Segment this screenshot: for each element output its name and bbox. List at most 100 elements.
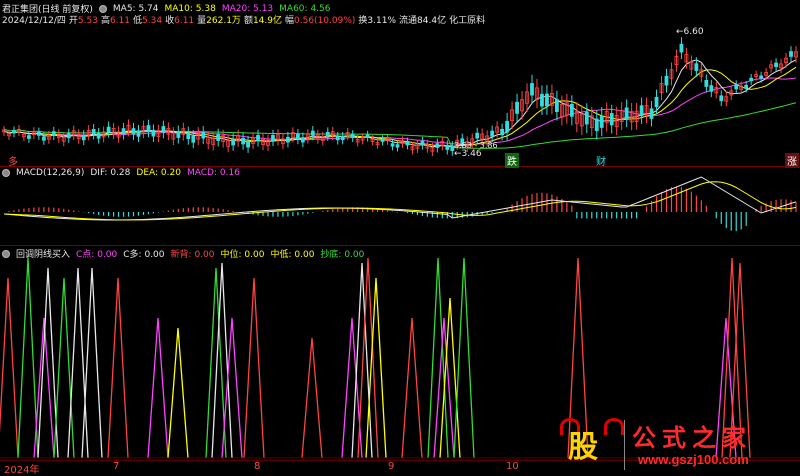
signal-spike [453,257,475,459]
candle-body [530,83,534,96]
candle-body [744,84,749,89]
logo-glyph: 股 [568,430,598,465]
candle-body [569,103,574,117]
candle-body [365,134,370,138]
marker-fall: 跌 [505,153,519,168]
candle-body [300,137,305,143]
candle-body [694,63,699,71]
candle-body [295,133,300,140]
gear-icon[interactable] [2,249,10,258]
indicator-item: 新背: 0.00 [170,250,215,260]
candle-body [216,134,221,141]
signal-spike [205,267,227,459]
candle-body [176,131,181,138]
signal-spike [147,317,169,459]
macd-dea-line [3,181,797,221]
site-logo: 股 公式之家 www.gszj100.com [556,416,800,474]
indicator-item: C多: 0.00 [123,250,165,260]
candle-body [186,132,191,140]
candle-body [36,131,41,136]
candle-body [664,75,669,86]
x-axis-label: 9 [388,461,395,472]
candle-body [789,51,793,57]
indicator-item: 中低: 0.00 [270,250,315,260]
signal-spike [81,267,103,459]
candle-body [679,43,684,53]
candle-body [774,62,778,68]
candle-body [420,141,425,146]
indicator-item: 中位: 0.00 [220,250,265,260]
candle-body [191,135,196,143]
candle-body [584,111,589,125]
candle-body [51,131,56,136]
low-price-label: ←3.46 [454,149,482,159]
candle-body [654,96,659,108]
logo-name: 公式之家 [632,423,752,452]
candle-body [136,130,141,137]
candle-body [515,101,519,114]
signal-spike [107,277,129,459]
candle-body [325,131,330,137]
candle-body [759,75,764,79]
macd-dif: DIF: 0.28 [90,168,131,178]
candle-body [340,136,345,141]
marker-rise: 涨 [785,153,799,168]
indicator-item: 抄底: 0.00 [320,250,365,260]
candle-body [540,93,544,107]
horn-icon [604,418,624,435]
candle-body [555,99,559,112]
candle-body [161,126,166,133]
candle-body [445,144,450,150]
candle-body [719,95,724,102]
indicator-header: 回调阴线买入 C点: 0.00 C多: 0.00 新背: 0.00 中位: 0.00 中… [2,247,364,260]
signal-spike [427,257,449,459]
candle-body [704,79,709,87]
range-label: 3.63 - 3.86 [454,141,498,150]
candle-body [594,118,599,132]
candle-body [395,144,400,148]
candle-body [609,113,614,126]
candle-body [91,129,96,135]
signal-spike [167,327,189,459]
macd-header: MACD(12,26,9) DIF: 0.28 DEA: 0.20 MACD: … [2,168,240,178]
gear-icon[interactable] [2,169,10,177]
candle-body [435,143,440,148]
logo-divider [624,420,625,470]
indicator-name: 回调阴线买入 [16,250,71,260]
candle-body [310,130,315,136]
candle-body [27,135,31,139]
x-axis-label: 10 [506,461,519,472]
macd-value: MACD: 0.16 [186,168,240,178]
signal-spike [401,317,423,459]
candle-body [121,128,126,135]
marker-finance: 财 [596,157,606,168]
x-axis-label: 8 [254,461,261,472]
candle-body [475,132,480,139]
candle-body [246,141,250,148]
candle-body [201,131,206,139]
candle-body [151,129,156,137]
panel-divider [0,245,800,246]
candle-body [490,130,495,137]
macd-dif-line [3,176,797,221]
candle-body [335,136,340,141]
candle-body [390,143,395,147]
candle-body [709,85,714,92]
candle-body [66,133,71,139]
candle-body [271,134,275,141]
chart-canvas[interactable] [0,0,800,474]
candle-body [146,125,151,132]
marker-left: 多 [8,157,18,168]
high-price-label: ←6.60 [676,27,704,37]
candle-body [545,93,549,107]
signal-spike [0,277,19,459]
macd-name: MACD(12,26,9) [16,168,85,178]
candle-body [231,138,236,146]
candle-body [106,126,111,133]
logo-url: www.gszj100.com [638,452,749,467]
candle-body [81,134,86,141]
candle-body [350,134,355,138]
ma60-line [3,102,797,149]
candle-body [639,105,644,117]
candle-body [12,130,16,134]
